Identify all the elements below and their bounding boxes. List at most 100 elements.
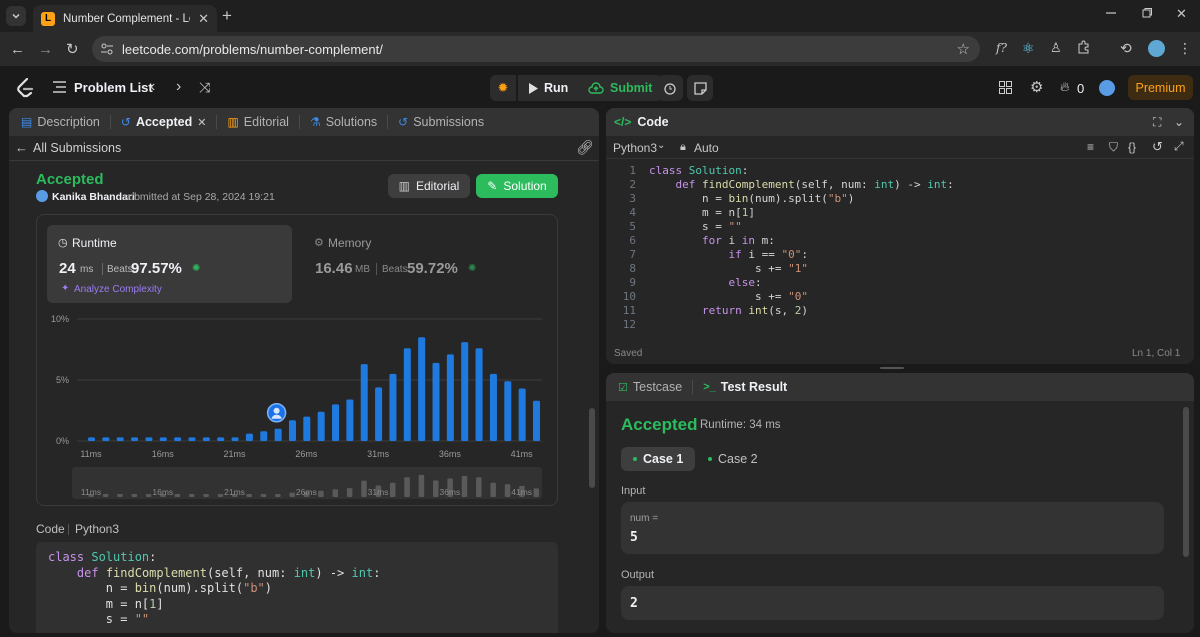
reset-icon[interactable]: ↺ (1152, 139, 1163, 155)
line-number: 8 (629, 262, 636, 275)
tab-solutions-label: Solutions (325, 115, 378, 129)
code-header: </> Code ⛶ ⌄ (606, 108, 1194, 136)
runtime-beats-value: 97.57% (131, 260, 182, 277)
flask-icon: ⚗ (309, 115, 321, 129)
tab-submissions[interactable]: ↺ Submissions (394, 115, 488, 129)
tab-editorial[interactable]: ▥ Editorial (223, 115, 293, 129)
streak-flame-icon[interactable]: 🔥︎ (1060, 79, 1070, 95)
notes-button[interactable] (687, 75, 713, 101)
histogram-bar (131, 437, 139, 441)
memory-stat[interactable]: ⚙ Memory 16.46 MB Beats 59.72% ✺ (302, 225, 547, 303)
back-arrow-icon[interactable]: ← (15, 140, 28, 155)
user-avatar[interactable] (1099, 80, 1115, 96)
reload-icon[interactable]: ↻ (66, 40, 79, 58)
address-bar[interactable]: leetcode.com/problems/number-complement/… (92, 36, 980, 62)
collapse-icon[interactable]: ⌄ (1174, 115, 1184, 129)
case-1-tab[interactable]: Case 1 (621, 447, 696, 471)
histogram-bar (446, 354, 454, 441)
language-selector[interactable]: Python3 (613, 141, 657, 155)
site-info-icon[interactable] (100, 42, 114, 56)
analyze-complexity-link[interactable]: Analyze Complexity (74, 284, 162, 295)
book-open-icon: ▥ (398, 179, 410, 193)
browser-tab[interactable]: L Number Complement - LeetCode ✕ (33, 5, 217, 32)
code-editor[interactable]: 1 2 3 4 5 6 7 8 9 10 11 12 class Solutio… (610, 164, 1180, 334)
new-tab-icon[interactable]: + (222, 6, 232, 26)
back-icon[interactable]: ← (10, 41, 25, 58)
leetcode-logo-icon[interactable] (16, 78, 34, 98)
input-box[interactable]: num = 5 (621, 502, 1164, 554)
histogram-bar (403, 348, 411, 441)
fullscreen-icon[interactable]: ⤢ (1174, 139, 1184, 154)
overview-bar (461, 475, 468, 497)
share-link-icon[interactable]: 🔗︎ (576, 139, 594, 156)
code-line: s += "1" (649, 262, 808, 275)
tab-solutions[interactable]: ⚗ Solutions (306, 115, 381, 129)
left-scrollbar[interactable] (589, 408, 595, 488)
extension-swirl-icon[interactable]: ⟲ (1120, 40, 1132, 57)
code-line: if i == "0": (728, 248, 808, 261)
runtime-distribution-chart[interactable]: 10% 5% 0% 11ms 16ms 21ms 26ms 31ms 36ms 41ms 11ms 1… (37, 311, 557, 501)
extensions-puzzle-icon[interactable] (1076, 39, 1092, 55)
panel-resize-handle[interactable] (880, 367, 904, 369)
restore-icon[interactable] (1140, 8, 1154, 18)
tab-accepted[interactable]: ↺ Accepted ✕ (117, 115, 211, 129)
submit-button[interactable]: Submit (578, 75, 663, 101)
tab-separator (387, 115, 389, 129)
close-window-icon[interactable]: ✕ (1176, 6, 1187, 22)
submitted-code[interactable]: class Solution: def findComplement(self,… (36, 542, 558, 633)
tab-test-result[interactable]: >_ Test Result (699, 380, 791, 394)
solution-button[interactable]: ✎ Solution (476, 174, 558, 198)
bookmark-star-icon[interactable]: ☆ (957, 40, 970, 58)
code-language: Python3 (75, 522, 120, 536)
prev-problem-icon[interactable]: ‹ (150, 78, 155, 96)
histogram-bar (332, 404, 340, 441)
overview-bar (389, 482, 396, 497)
problem-list-link[interactable]: Problem List (74, 80, 153, 95)
case-2-tab[interactable]: Case 2 (696, 447, 770, 471)
tab-search-icon[interactable] (6, 6, 26, 26)
tab-description[interactable]: ▤ Description (17, 115, 104, 129)
marker-avatar-head (273, 407, 280, 414)
settings-gear-icon[interactable]: ⚙ (1030, 78, 1043, 96)
profile-avatar[interactable] (1148, 40, 1165, 57)
maximize-icon[interactable]: ⛶ (1153, 115, 1161, 130)
submissions-history-icon: ↺ (398, 115, 409, 129)
tab-accepted-label: Accepted (135, 115, 193, 129)
timer-button[interactable] (657, 75, 683, 101)
divider (9, 160, 599, 161)
forward-icon[interactable]: → (38, 41, 53, 58)
runtime-stat[interactable]: ◷ Runtime 24 ms Beats 97.57% ✺ ✦ Analyze… (47, 225, 292, 303)
tab-testcase[interactable]: ☑ Testcase (614, 380, 686, 394)
minimize-icon[interactable] (1104, 8, 1118, 18)
bookmark-icon[interactable]: ⛉ (1109, 140, 1118, 155)
braces-icon[interactable]: {} (1128, 140, 1136, 154)
run-button[interactable]: Run (518, 75, 579, 101)
overview-bar (318, 490, 324, 497)
x-tick-label: 41ms (511, 449, 534, 459)
output-box[interactable]: 2 (621, 586, 1164, 620)
random-problem-icon[interactable]: ⤨ (199, 79, 210, 96)
all-submissions-link[interactable]: All Submissions (33, 141, 121, 155)
auto-mode-label[interactable]: Auto (694, 141, 719, 155)
extension-f-icon[interactable]: f? (996, 41, 1007, 55)
problem-list-icon[interactable] (53, 81, 66, 93)
layout-grid-icon[interactable] (999, 81, 1012, 94)
result-runtime: Runtime: 34 ms (700, 419, 781, 431)
format-icon[interactable]: ≡ (1087, 140, 1094, 154)
close-tab-accepted-icon[interactable]: ✕ (197, 116, 206, 129)
tab-separator (216, 115, 218, 129)
input-label: Input (621, 485, 646, 497)
right-scrollbar[interactable] (1183, 407, 1189, 557)
tab-separator (109, 115, 111, 129)
case-pass-dot (633, 457, 637, 461)
code-line: return int(s, 2) (701, 304, 808, 317)
editorial-button[interactable]: ▥ Editorial (388, 174, 470, 198)
close-tab-icon[interactable]: ✕ (198, 11, 209, 27)
extension-rocket-icon[interactable]: ♙ (1050, 40, 1062, 56)
premium-button[interactable]: Premium (1128, 75, 1193, 100)
debug-button[interactable]: ✹ (490, 75, 516, 101)
browser-menu-icon[interactable]: ⋮ (1178, 40, 1192, 57)
chevron-down-icon[interactable]: ⌄ (657, 140, 665, 151)
react-devtools-icon[interactable]: ⚛ (1022, 40, 1035, 57)
next-problem-icon[interactable]: › (176, 78, 181, 96)
